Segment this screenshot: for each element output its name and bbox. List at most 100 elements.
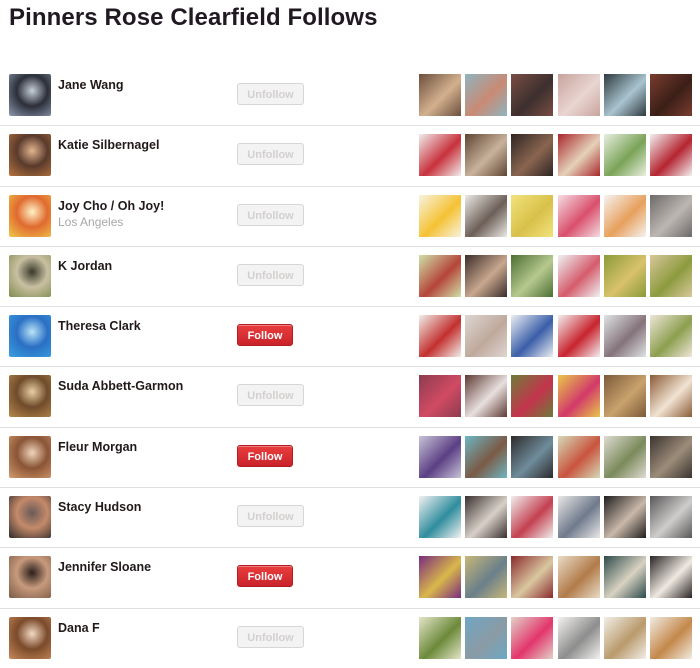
- pin-thumbnail[interactable]: [465, 435, 508, 478]
- user-row: Fleur Morgan Follow: [0, 428, 700, 489]
- pin-thumbnail[interactable]: [650, 375, 692, 418]
- unfollow-button[interactable]: Unfollow: [237, 384, 304, 407]
- pin-thumbnail[interactable]: [419, 134, 461, 177]
- user-name[interactable]: Suda Abbett-Garmon: [58, 379, 183, 393]
- avatar[interactable]: [9, 556, 51, 599]
- pin-thumbnail[interactable]: [650, 134, 692, 177]
- unfollow-button[interactable]: Unfollow: [237, 83, 304, 105]
- pin-thumbnail[interactable]: [603, 254, 646, 297]
- pin-thumbnail[interactable]: [603, 435, 646, 478]
- pin-thumbnail[interactable]: [419, 556, 461, 599]
- user-name[interactable]: Dana F: [58, 621, 100, 635]
- avatar[interactable]: [9, 134, 51, 177]
- avatar[interactable]: [9, 375, 51, 418]
- pin-thumbnail[interactable]: [557, 74, 600, 116]
- avatar[interactable]: [9, 616, 51, 659]
- pin-thumbnail[interactable]: [419, 74, 461, 116]
- follow-button[interactable]: Follow: [237, 324, 293, 347]
- avatar[interactable]: [9, 315, 51, 358]
- user-name[interactable]: Katie Silbernagel: [58, 138, 159, 152]
- unfollow-button[interactable]: Unfollow: [237, 505, 304, 528]
- pin-thumbnail[interactable]: [603, 194, 646, 237]
- pin-thumbnail[interactable]: [557, 194, 600, 237]
- pin-thumbnail[interactable]: [603, 375, 646, 418]
- unfollow-button[interactable]: Unfollow: [237, 625, 304, 648]
- avatar[interactable]: [9, 194, 51, 237]
- pin-thumbnail[interactable]: [419, 435, 461, 478]
- pin-thumbnail[interactable]: [511, 254, 554, 297]
- avatar[interactable]: [9, 435, 51, 478]
- pin-thumbnail[interactable]: [603, 556, 646, 599]
- pin-thumbnail[interactable]: [465, 134, 508, 177]
- user-location: Los Angeles: [58, 214, 124, 229]
- pin-thumbnail[interactable]: [465, 254, 508, 297]
- user-row: Dana F Unfollow: [0, 609, 700, 668]
- pin-thumbnail[interactable]: [419, 315, 461, 358]
- pin-thumbnail[interactable]: [557, 254, 600, 297]
- pin-thumbnail[interactable]: [511, 134, 554, 177]
- pin-thumbnail[interactable]: [419, 616, 461, 659]
- pin-thumbnail[interactable]: [603, 616, 646, 659]
- pin-thumbnail[interactable]: [465, 616, 508, 659]
- user-name[interactable]: Theresa Clark: [58, 319, 141, 333]
- pin-thumbnail[interactable]: [650, 556, 692, 599]
- pin-thumbnail[interactable]: [557, 375, 600, 418]
- user-name[interactable]: Joy Cho / Oh Joy!: [58, 199, 164, 213]
- user-row: Joy Cho / Oh Joy! Los Angeles Unfollow: [0, 187, 700, 247]
- pin-thumbnail[interactable]: [511, 315, 554, 358]
- pin-thumbnail[interactable]: [511, 556, 554, 599]
- pin-thumbnail[interactable]: [650, 616, 692, 659]
- pin-thumbnail[interactable]: [557, 616, 600, 659]
- following-list: Jane Wang Unfollow Katie Silbernagel Unfoll…: [0, 66, 700, 668]
- pin-thumbnail[interactable]: [557, 435, 600, 478]
- pin-thumbnail[interactable]: [650, 194, 692, 237]
- pin-thumbnail[interactable]: [465, 74, 508, 116]
- pin-thumbnail[interactable]: [419, 496, 461, 539]
- pin-thumbnail[interactable]: [511, 616, 554, 659]
- pin-thumbnail[interactable]: [511, 194, 554, 237]
- avatar[interactable]: [9, 74, 51, 116]
- user-row: Jennifer Sloane Follow: [0, 548, 700, 609]
- pin-thumbnail[interactable]: [650, 496, 692, 539]
- user-row: Jane Wang Unfollow: [0, 66, 700, 127]
- pin-thumbnail[interactable]: [465, 375, 508, 418]
- unfollow-button[interactable]: Unfollow: [237, 263, 304, 286]
- pin-thumbnail[interactable]: [603, 74, 646, 116]
- avatar[interactable]: [9, 496, 51, 539]
- unfollow-button[interactable]: Unfollow: [237, 143, 304, 166]
- pin-thumbnail[interactable]: [557, 496, 600, 539]
- user-name[interactable]: Stacy Hudson: [58, 500, 141, 514]
- user-name[interactable]: Jane Wang: [58, 78, 124, 92]
- follow-button[interactable]: Follow: [237, 444, 293, 467]
- follow-button[interactable]: Follow: [237, 565, 293, 588]
- user-row: K Jordan Unfollow: [0, 247, 700, 308]
- pin-thumbnail[interactable]: [650, 254, 692, 297]
- pin-thumbnail[interactable]: [557, 315, 600, 358]
- user-row: Suda Abbett-Garmon Unfollow: [0, 367, 700, 428]
- user-name[interactable]: Fleur Morgan: [58, 440, 137, 454]
- user-name[interactable]: Jennifer Sloane: [58, 560, 151, 574]
- user-name[interactable]: K Jordan: [58, 259, 112, 273]
- pin-thumbnail[interactable]: [419, 254, 461, 297]
- pin-thumbnail[interactable]: [465, 556, 508, 599]
- pin-thumbnail[interactable]: [465, 194, 508, 237]
- pin-thumbnail[interactable]: [650, 74, 692, 116]
- user-row: Katie Silbernagel Unfollow: [0, 126, 700, 187]
- unfollow-button[interactable]: Unfollow: [237, 203, 304, 226]
- avatar[interactable]: [9, 254, 51, 297]
- pin-thumbnail[interactable]: [603, 496, 646, 539]
- pin-thumbnail[interactable]: [511, 74, 554, 116]
- pin-thumbnail[interactable]: [419, 375, 461, 418]
- pin-thumbnail[interactable]: [419, 194, 461, 237]
- pin-thumbnail[interactable]: [511, 375, 554, 418]
- pin-thumbnail[interactable]: [557, 556, 600, 599]
- pin-thumbnail[interactable]: [511, 496, 554, 539]
- pin-thumbnail[interactable]: [557, 134, 600, 177]
- pin-thumbnail[interactable]: [603, 315, 646, 358]
- pin-thumbnail[interactable]: [465, 496, 508, 539]
- pin-thumbnail[interactable]: [650, 435, 692, 478]
- pin-thumbnail[interactable]: [650, 315, 692, 358]
- pin-thumbnail[interactable]: [465, 315, 508, 358]
- pin-thumbnail[interactable]: [511, 435, 554, 478]
- pin-thumbnail[interactable]: [603, 134, 646, 177]
